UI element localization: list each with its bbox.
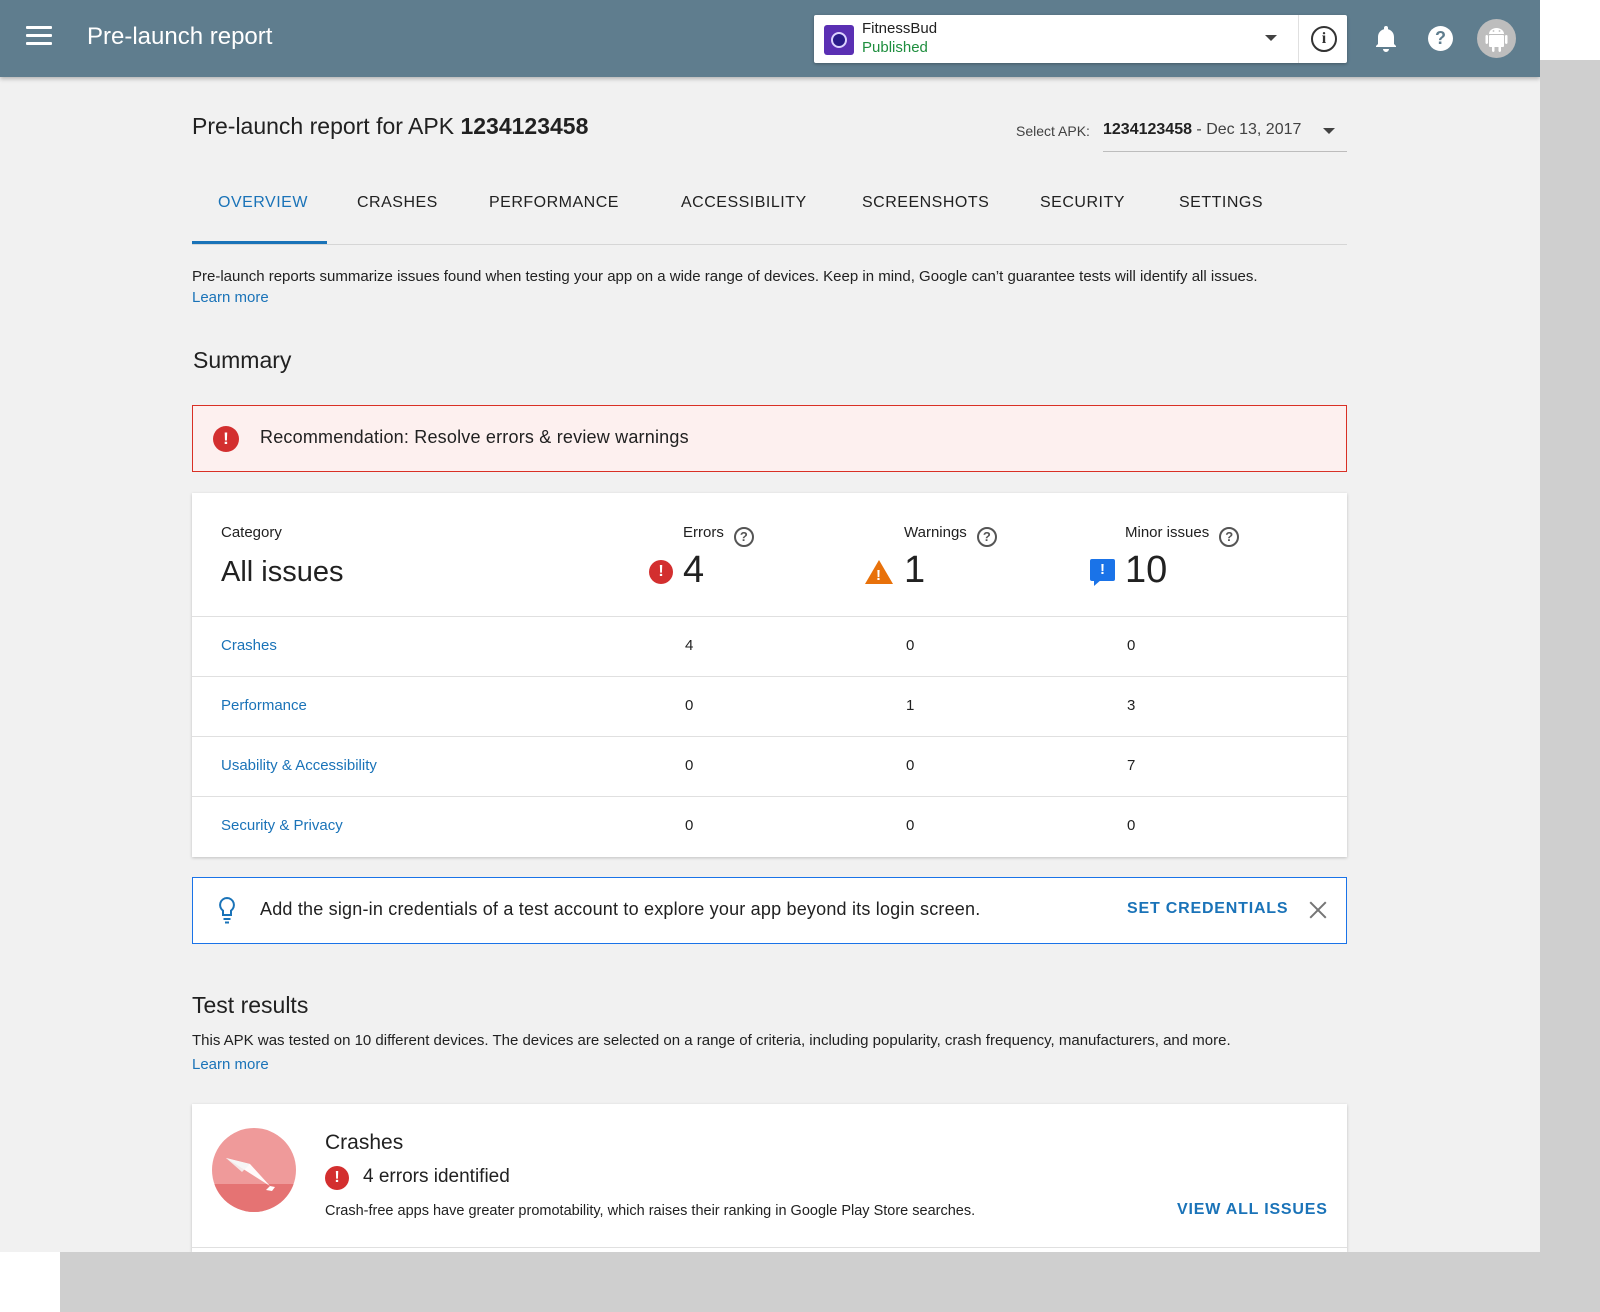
- test-results-heading: Test results: [192, 992, 309, 1018]
- learn-more-link[interactable]: Learn more: [192, 1056, 269, 1073]
- recommendation-text: Recommendation: Resolve errors & review …: [260, 427, 689, 447]
- test-results-description: This APK was tested on 10 different devi…: [192, 1032, 1231, 1049]
- table-row: Performance 0 1 3: [192, 676, 1347, 736]
- app-bar-title: Pre-launch report: [87, 23, 273, 50]
- apk-select-dropdown[interactable]: 1234123458 - Dec 13, 2017: [1103, 116, 1347, 152]
- bell-icon[interactable]: [1374, 25, 1398, 53]
- category-link-crashes[interactable]: Crashes: [221, 637, 277, 654]
- minor-issues-label: Minor issues: [1125, 524, 1210, 541]
- apk-id: 1234123458: [460, 113, 589, 139]
- chevron-down-icon: [1323, 128, 1335, 134]
- warning-mark: !: [876, 567, 881, 584]
- minor-cell: 0: [1127, 817, 1136, 834]
- info-icon[interactable]: i: [1311, 26, 1337, 52]
- tab-accessibility[interactable]: ACCESSIBILITY: [681, 194, 807, 212]
- category-value: All issues: [221, 556, 344, 588]
- table-row: Security & Privacy 0 0 0: [192, 796, 1347, 856]
- learn-more-link[interactable]: Learn more: [192, 289, 269, 306]
- category-link-usability[interactable]: Usability & Accessibility: [221, 757, 377, 774]
- tab-screenshots[interactable]: SCREENSHOTS: [862, 194, 989, 212]
- issues-summary-card: Category All issues Errors? Warnings? Mi…: [192, 493, 1347, 857]
- feedback-icon-tail: [1094, 579, 1102, 586]
- select-apk-label: Select APK:: [1016, 123, 1090, 139]
- table-row: Usability & Accessibility 0 0 7: [192, 736, 1347, 796]
- view-all-issues-button[interactable]: VIEW ALL ISSUES: [1177, 1201, 1328, 1219]
- close-icon[interactable]: [1306, 898, 1330, 922]
- warnings-label: Warnings: [904, 524, 967, 541]
- errors-cell: 4: [685, 637, 694, 654]
- tab-overview[interactable]: OVERVIEW: [218, 194, 308, 212]
- warnings-cell: 0: [906, 637, 915, 654]
- set-credentials-button[interactable]: SET CREDENTIALS: [1127, 900, 1288, 918]
- category-label: Category: [221, 524, 282, 541]
- page-title: Pre-launch report for APK 1234123458: [192, 113, 588, 140]
- menu-icon[interactable]: [26, 26, 52, 50]
- warnings-cell: 0: [906, 757, 915, 774]
- app-window: Pre-launch report FitnessBud Published i…: [0, 0, 1540, 1252]
- lightbulb-icon: [219, 896, 235, 924]
- table-row: Crashes 4 0 0: [192, 616, 1347, 676]
- android-icon: [1485, 28, 1508, 52]
- tab-security[interactable]: SECURITY: [1040, 194, 1125, 212]
- help-circle-icon[interactable]: ?: [733, 527, 754, 547]
- paper-plane-icon: [212, 1158, 296, 1212]
- errors-cell: 0: [685, 817, 694, 834]
- errors-column-header: Errors?: [683, 524, 754, 547]
- errors-cell: 0: [685, 697, 694, 714]
- minor-issues-column-header: Minor issues?: [1125, 524, 1240, 547]
- recommendation-banner: ! Recommendation: Resolve errors & revie…: [192, 405, 1347, 472]
- active-tab-indicator: [192, 241, 327, 244]
- app-status: Published: [862, 39, 928, 56]
- divider: [1298, 15, 1299, 63]
- warnings-cell: 0: [906, 817, 915, 834]
- category-link-performance[interactable]: Performance: [221, 697, 307, 714]
- summary-heading: Summary: [193, 347, 292, 373]
- crashes-result-card: Crashes ! 4 errors identified Crash-free…: [192, 1104, 1347, 1252]
- credentials-banner: Add the sign-in credentials of a test ac…: [192, 877, 1347, 944]
- apk-select-date: - Dec 13, 2017: [1191, 121, 1302, 138]
- help-icon[interactable]: ?: [1428, 26, 1453, 51]
- top-app-bar: Pre-launch report FitnessBud Published i…: [0, 0, 1540, 77]
- warnings-total: 1: [904, 549, 926, 591]
- help-circle-icon[interactable]: ?: [1219, 527, 1240, 547]
- warnings-column-header: Warnings?: [904, 524, 997, 547]
- error-icon: !: [213, 426, 239, 452]
- apk-select-id: 1234123458: [1103, 121, 1192, 138]
- crashes-card-description: Crash-free apps have greater promotabili…: [325, 1203, 976, 1219]
- app-logo-icon: [824, 25, 854, 55]
- page-title-prefix: Pre-launch report for APK: [192, 113, 461, 139]
- crashes-card-title: Crashes: [325, 1131, 404, 1154]
- errors-total: 4: [683, 549, 705, 591]
- tab-settings[interactable]: SETTINGS: [1179, 194, 1263, 212]
- crash-illustration-icon: [212, 1128, 296, 1212]
- warnings-cell: 1: [906, 697, 915, 714]
- minor-cell: 7: [1127, 757, 1136, 774]
- crashes-error-count: 4 errors identified: [363, 1166, 510, 1187]
- apk-select-value: 1234123458 - Dec 13, 2017: [1103, 121, 1301, 139]
- error-icon: !: [325, 1166, 349, 1190]
- avatar[interactable]: [1477, 19, 1516, 58]
- minor-cell: 3: [1127, 697, 1136, 714]
- help-circle-icon[interactable]: ?: [976, 527, 997, 547]
- errors-cell: 0: [685, 757, 694, 774]
- errors-label: Errors: [683, 524, 724, 541]
- tab-bar: OVERVIEW CRASHES PERFORMANCE ACCESSIBILI…: [192, 176, 1347, 245]
- intro-text: Pre-launch reports summarize issues foun…: [192, 268, 1258, 285]
- app-selector[interactable]: FitnessBud Published i: [814, 15, 1347, 63]
- credentials-text: Add the sign-in credentials of a test ac…: [260, 899, 981, 919]
- minor-cell: 0: [1127, 637, 1136, 654]
- minor-issues-total: 10: [1125, 549, 1168, 591]
- feedback-icon: !: [1090, 559, 1115, 581]
- tab-performance[interactable]: PERFORMANCE: [489, 194, 619, 212]
- error-icon: !: [649, 560, 673, 584]
- category-link-security[interactable]: Security & Privacy: [221, 817, 343, 834]
- app-name: FitnessBud: [862, 20, 938, 37]
- tab-crashes[interactable]: CRASHES: [357, 194, 438, 212]
- chevron-down-icon[interactable]: [1265, 35, 1277, 41]
- divider: [192, 1247, 1347, 1248]
